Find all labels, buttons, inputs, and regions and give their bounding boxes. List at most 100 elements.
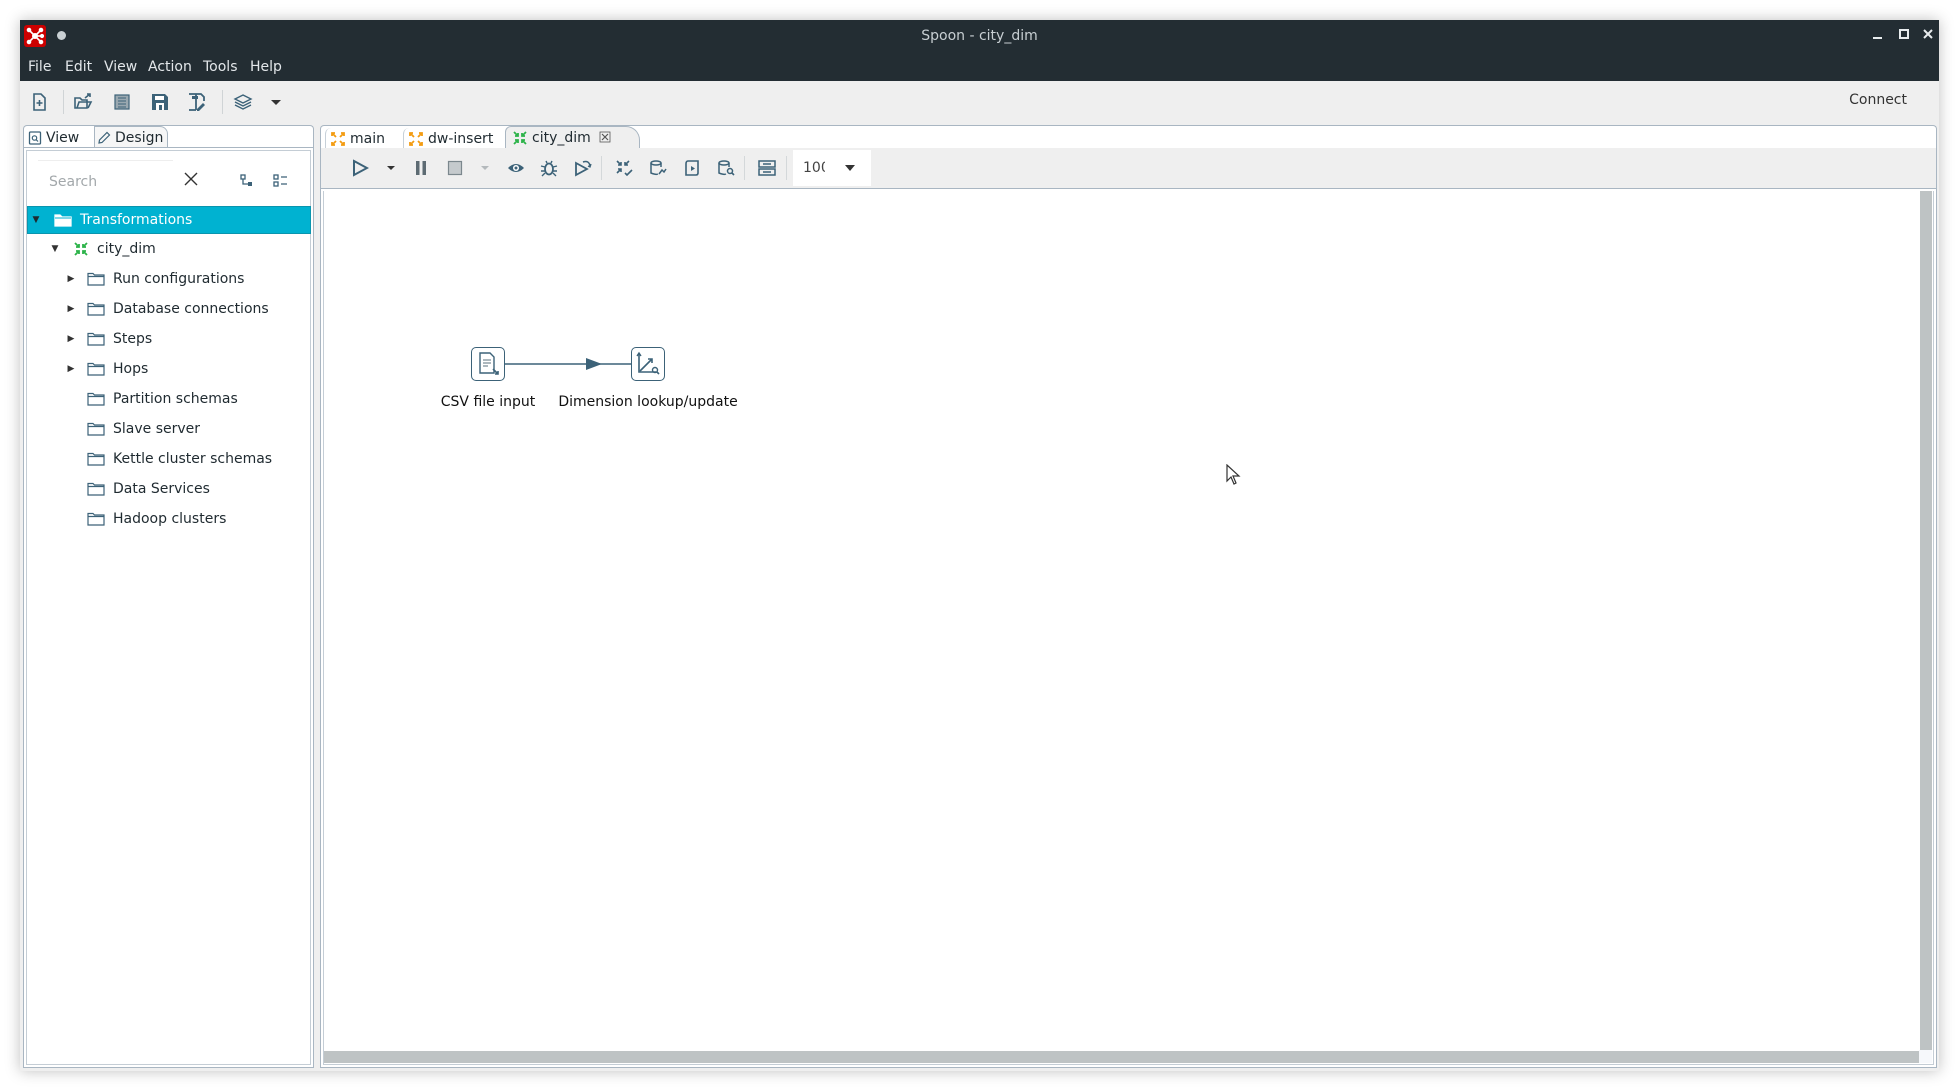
dropdown-arrow-icon bbox=[271, 100, 281, 105]
perspective-dropdown-button[interactable] bbox=[264, 90, 288, 114]
toolbar-separator bbox=[601, 156, 602, 180]
collapsed-caret-icon[interactable]: ▶ bbox=[65, 334, 77, 344]
zoom-level-value: 100 bbox=[803, 160, 825, 176]
explore-repository-button[interactable] bbox=[110, 90, 134, 114]
toolbar-separator bbox=[63, 90, 64, 114]
impact-analysis-button[interactable] bbox=[647, 157, 669, 179]
preview-button[interactable] bbox=[505, 157, 527, 179]
menu-action[interactable]: Action bbox=[148, 59, 192, 75]
transformation-canvas[interactable]: CSV file input Dimension lookup/update bbox=[320, 188, 1937, 1068]
tab-view[interactable]: View bbox=[28, 128, 79, 148]
step-csv-file-input[interactable] bbox=[471, 347, 505, 381]
step-label-csv-file-input: CSV file input bbox=[440, 394, 536, 410]
tree-item-slave-server[interactable]: Slave server bbox=[27, 414, 311, 444]
replay-icon bbox=[575, 160, 592, 177]
step-dimension-lookup-update[interactable] bbox=[631, 347, 665, 381]
sql-script-icon bbox=[685, 160, 699, 176]
zoom-level-select[interactable]: 100 bbox=[793, 150, 871, 186]
clear-search-button[interactable] bbox=[180, 168, 202, 190]
expanded-caret-icon[interactable]: ▼ bbox=[30, 215, 42, 225]
list-tree-icon bbox=[273, 174, 287, 187]
show-results-button[interactable] bbox=[756, 157, 778, 179]
close-window-button[interactable] bbox=[1917, 26, 1939, 48]
maximize-button[interactable] bbox=[1893, 26, 1915, 48]
mouse-cursor-icon bbox=[1226, 464, 1241, 485]
stop-options-dropdown[interactable] bbox=[474, 157, 496, 179]
collapse-tree-icon bbox=[240, 174, 252, 186]
new-file-button[interactable] bbox=[27, 90, 51, 114]
maximize-icon bbox=[1899, 29, 1909, 39]
replay-button[interactable] bbox=[572, 157, 594, 179]
menu-bar: File Edit View Action Tools Help bbox=[20, 55, 1939, 81]
vertical-scrollbar[interactable] bbox=[1920, 191, 1932, 1050]
tree-item-steps[interactable]: ▶ Steps bbox=[27, 324, 311, 354]
search-input[interactable] bbox=[38, 161, 173, 202]
collapsed-caret-icon[interactable]: ▶ bbox=[65, 364, 77, 374]
tree-item-transformations[interactable]: ▼ Transformations bbox=[27, 206, 311, 234]
expanded-caret-icon[interactable]: ▼ bbox=[49, 244, 61, 254]
verify-icon bbox=[616, 160, 633, 177]
job-icon bbox=[331, 131, 345, 146]
view-icon bbox=[28, 131, 42, 145]
collapsed-caret-icon[interactable]: ▶ bbox=[65, 274, 77, 284]
folder-icon bbox=[87, 512, 105, 526]
run-button[interactable] bbox=[349, 157, 371, 179]
expand-all-button[interactable] bbox=[269, 170, 291, 192]
canvas-drawing-area[interactable]: CSV file input Dimension lookup/update bbox=[324, 191, 1933, 1064]
tree-item-hadoop-clusters[interactable]: Hadoop clusters bbox=[27, 504, 311, 534]
connect-button[interactable]: Connect bbox=[1849, 92, 1907, 108]
chevron-down-icon bbox=[845, 165, 855, 171]
tab-main-label: main bbox=[350, 130, 385, 147]
toolbar-separator bbox=[744, 156, 745, 180]
menu-edit[interactable]: Edit bbox=[65, 59, 92, 75]
tree-item-database-connections[interactable]: ▶ Database connections bbox=[27, 294, 311, 324]
collapsed-caret-icon[interactable]: ▶ bbox=[65, 304, 77, 314]
tree-item-partition-schemas[interactable]: Partition schemas bbox=[27, 384, 311, 414]
folder-icon bbox=[87, 362, 105, 376]
tree-item-run-configurations[interactable]: ▶ Run configurations bbox=[27, 264, 311, 294]
toolbar-separator bbox=[222, 90, 223, 114]
tree-item-data-services[interactable]: Data Services bbox=[27, 474, 311, 504]
folder-icon bbox=[87, 272, 105, 286]
tab-main[interactable]: main bbox=[325, 128, 385, 149]
tab-city-dim[interactable]: city_dim bbox=[505, 126, 640, 149]
tree-item-kettle-cluster-schemas[interactable]: Kettle cluster schemas bbox=[27, 444, 311, 474]
menu-help[interactable]: Help bbox=[250, 59, 282, 75]
menu-file[interactable]: File bbox=[28, 59, 51, 75]
main-toolbar: Connect bbox=[20, 81, 1939, 122]
open-file-button[interactable] bbox=[71, 90, 95, 114]
scrollbar-corner bbox=[1919, 1050, 1932, 1063]
save-as-button[interactable] bbox=[185, 90, 209, 114]
save-button[interactable] bbox=[148, 90, 172, 114]
transformation-icon bbox=[74, 242, 88, 256]
sql-button[interactable] bbox=[681, 157, 703, 179]
perspective-button[interactable] bbox=[231, 90, 255, 114]
stop-button[interactable] bbox=[444, 157, 466, 179]
left-panel: View Design ▼ bbox=[23, 125, 314, 1068]
explore-database-icon bbox=[718, 160, 735, 176]
tree-item-city-dim[interactable]: ▼ city_dim bbox=[27, 234, 311, 264]
tree-item-hops[interactable]: ▶ Hops bbox=[27, 354, 311, 384]
save-icon bbox=[152, 94, 168, 110]
collapse-all-button[interactable] bbox=[236, 170, 258, 192]
debug-button[interactable] bbox=[538, 157, 560, 179]
menu-tools[interactable]: Tools bbox=[203, 59, 238, 75]
close-icon bbox=[1923, 29, 1933, 39]
tab-design[interactable]: Design bbox=[94, 126, 169, 148]
run-options-dropdown[interactable] bbox=[380, 157, 402, 179]
verify-button[interactable] bbox=[613, 157, 635, 179]
left-panel-tabs: View Design bbox=[23, 125, 314, 148]
folder-icon bbox=[87, 482, 105, 496]
close-tab-icon[interactable] bbox=[599, 131, 611, 146]
tab-dw-insert[interactable]: dw-insert bbox=[403, 128, 493, 149]
explore-database-button[interactable] bbox=[715, 157, 737, 179]
tab-city-dim-label: city_dim bbox=[532, 130, 591, 146]
menu-view[interactable]: View bbox=[104, 59, 137, 75]
title-bar: Spoon - city_dim bbox=[20, 20, 1939, 55]
pause-button[interactable] bbox=[410, 157, 432, 179]
minimize-button[interactable] bbox=[1867, 26, 1889, 48]
folder-icon bbox=[87, 302, 105, 316]
horizontal-scrollbar[interactable] bbox=[324, 1051, 1919, 1063]
minimize-icon bbox=[1873, 37, 1882, 39]
folder-icon bbox=[87, 332, 105, 346]
